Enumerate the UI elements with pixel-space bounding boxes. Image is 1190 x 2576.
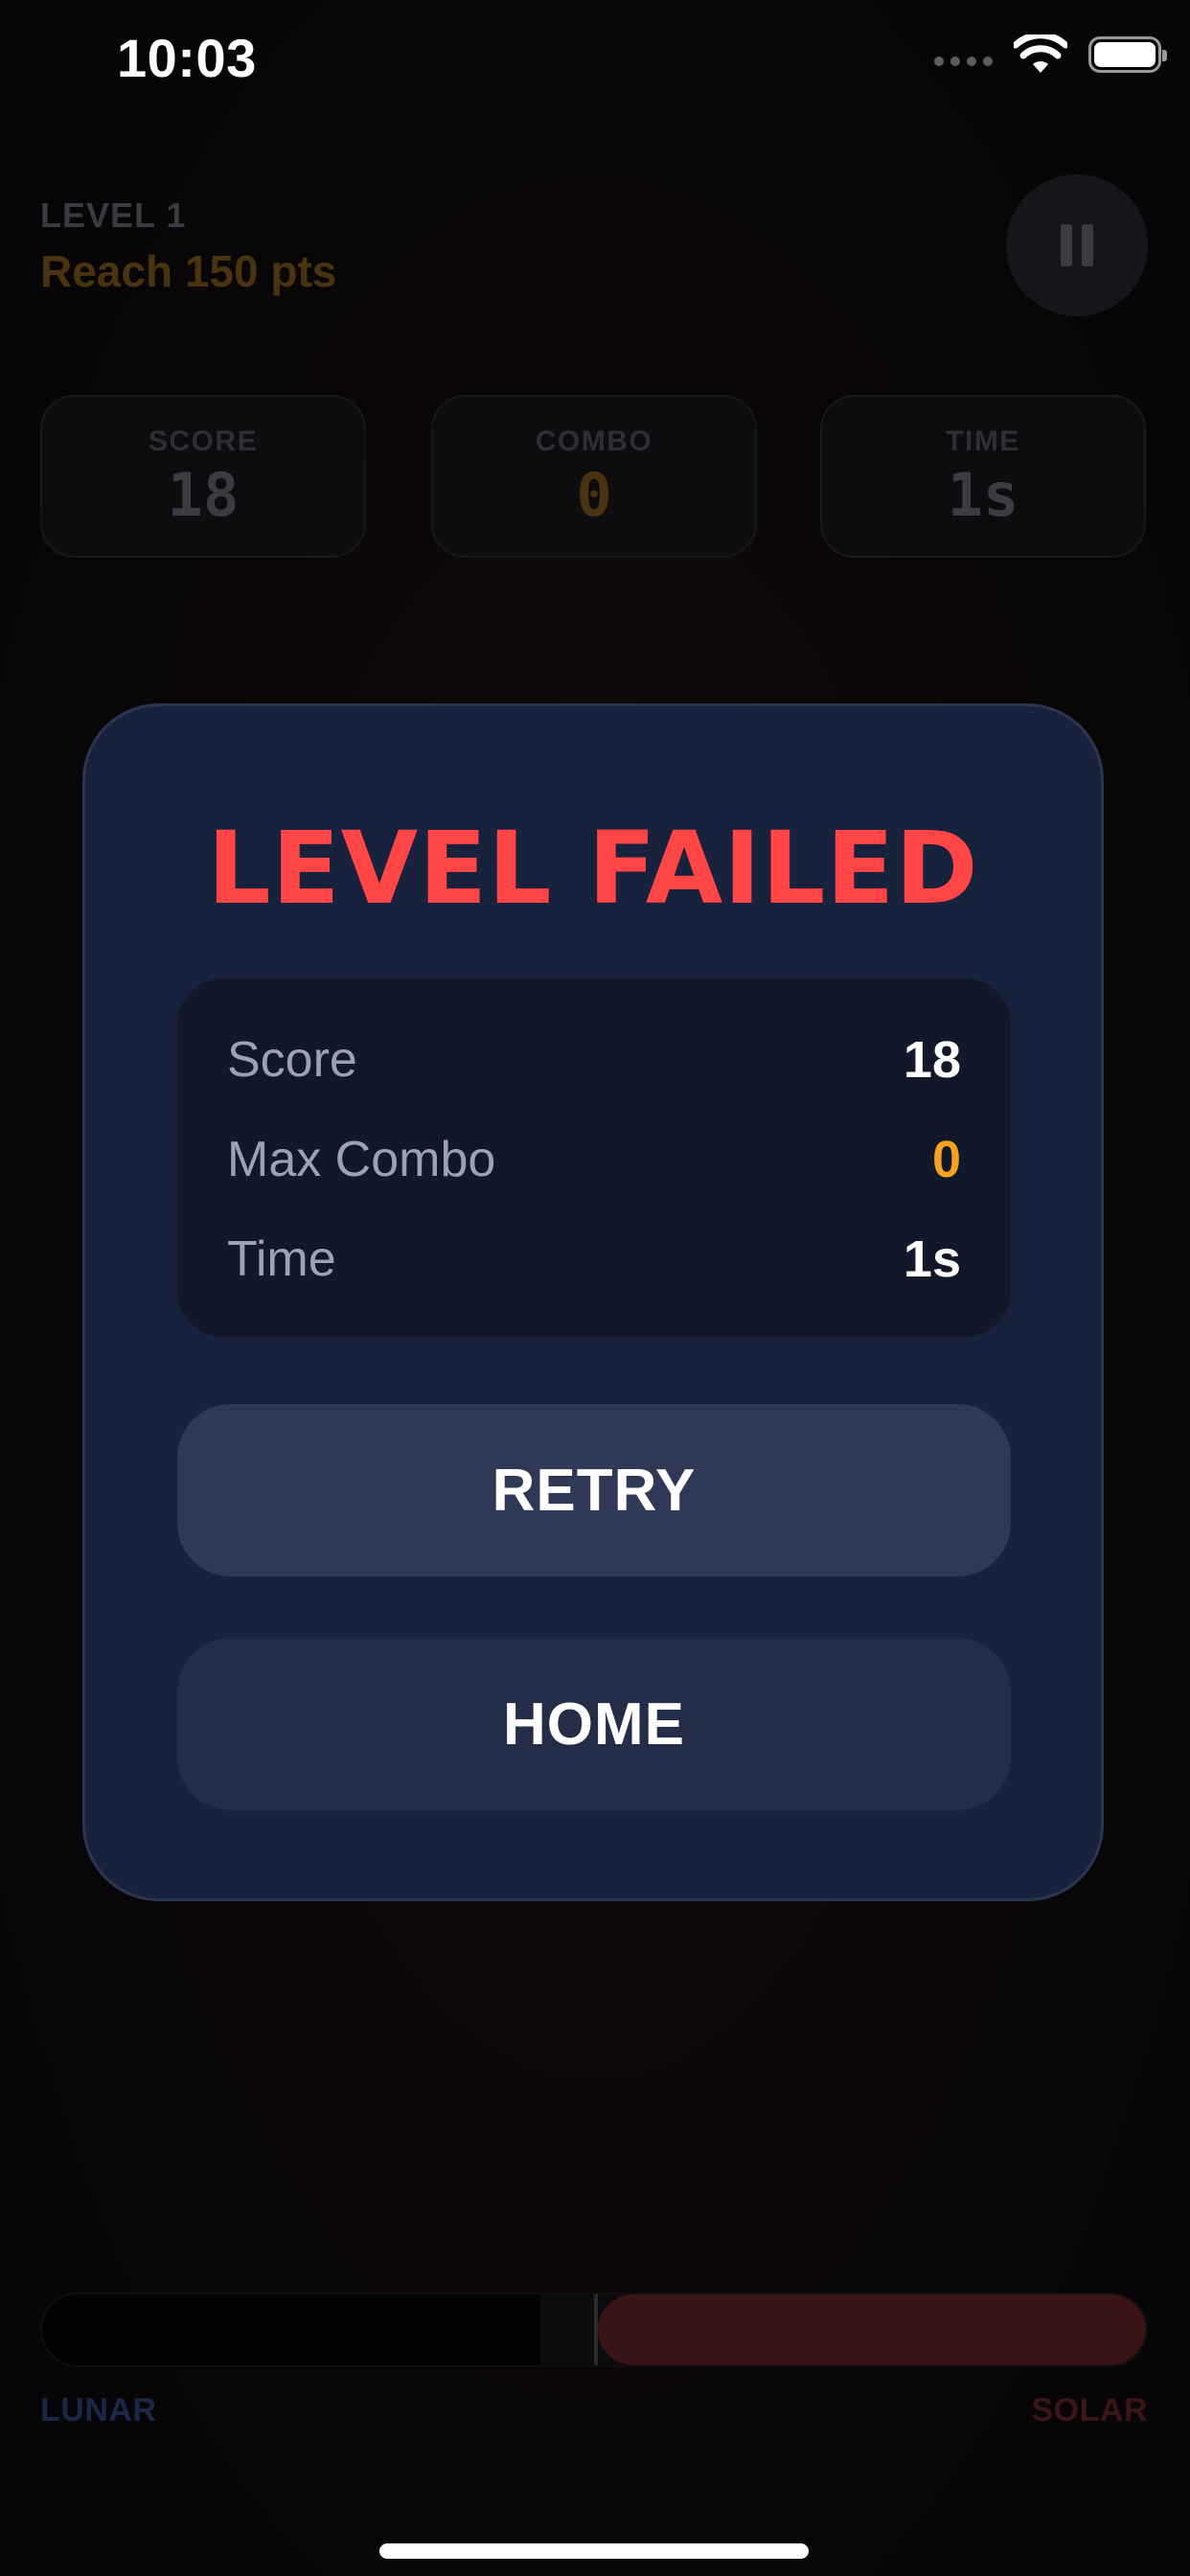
result-value: 18 [903, 1031, 961, 1089]
level-failed-dialog: LEVEL FAILED Score 18 Max Combo 0 Time 1… [82, 703, 1104, 1901]
result-label: Max Combo [227, 1132, 496, 1187]
level-goal: Reach 150 pts [40, 246, 337, 296]
result-row-time: Time 1s [227, 1226, 961, 1293]
result-value: 1s [903, 1230, 961, 1288]
combo-card: COMBO 0 [431, 395, 757, 558]
combo-card-value: 0 [576, 460, 612, 530]
balance-lunar-fill [42, 2294, 540, 2365]
result-label: Score [227, 1032, 357, 1088]
status-time: 10:03 [117, 28, 257, 88]
status-bar: 10:03 [0, 0, 1190, 125]
time-card: TIME 1s [820, 395, 1146, 558]
wifi-icon [1014, 34, 1067, 73]
retry-button[interactable]: RETRY [177, 1404, 1011, 1576]
solar-label: SOLAR [1031, 2392, 1148, 2428]
score-card: SCORE 18 [40, 395, 366, 558]
pause-icon [1061, 224, 1072, 266]
result-value: 0 [931, 1131, 961, 1188]
balance-meter [40, 2292, 1148, 2367]
lunar-label: LUNAR [40, 2392, 157, 2428]
level-label: LEVEL 1 [40, 196, 187, 235]
home-indicator[interactable] [379, 2543, 809, 2559]
home-button[interactable]: HOME [177, 1638, 1011, 1810]
result-row-score: Score 18 [227, 1026, 961, 1093]
game-screen: LEVEL 1 Reach 150 pts SCORE 18 COMBO 0 T… [0, 0, 1190, 2576]
status-icons [934, 34, 1167, 75]
pause-icon-bar [1082, 224, 1093, 266]
result-row-max-combo: Max Combo 0 [227, 1126, 961, 1193]
score-card-value: 18 [167, 460, 240, 530]
dialog-title: LEVEL FAILED [207, 810, 979, 927]
combo-card-label: COMBO [535, 426, 653, 457]
results-panel: Score 18 Max Combo 0 Time 1s [177, 978, 1011, 1337]
balance-center-marker [594, 2294, 598, 2365]
balance-solar-fill [598, 2294, 1146, 2365]
score-card-label: SCORE [148, 426, 259, 457]
cellular-signal-icon [934, 57, 993, 66]
battery-icon [1088, 36, 1167, 73]
time-card-label: TIME [946, 426, 1020, 457]
time-card-value: 1s [947, 460, 1019, 530]
result-label: Time [227, 1231, 336, 1287]
pause-button[interactable] [1006, 174, 1148, 316]
